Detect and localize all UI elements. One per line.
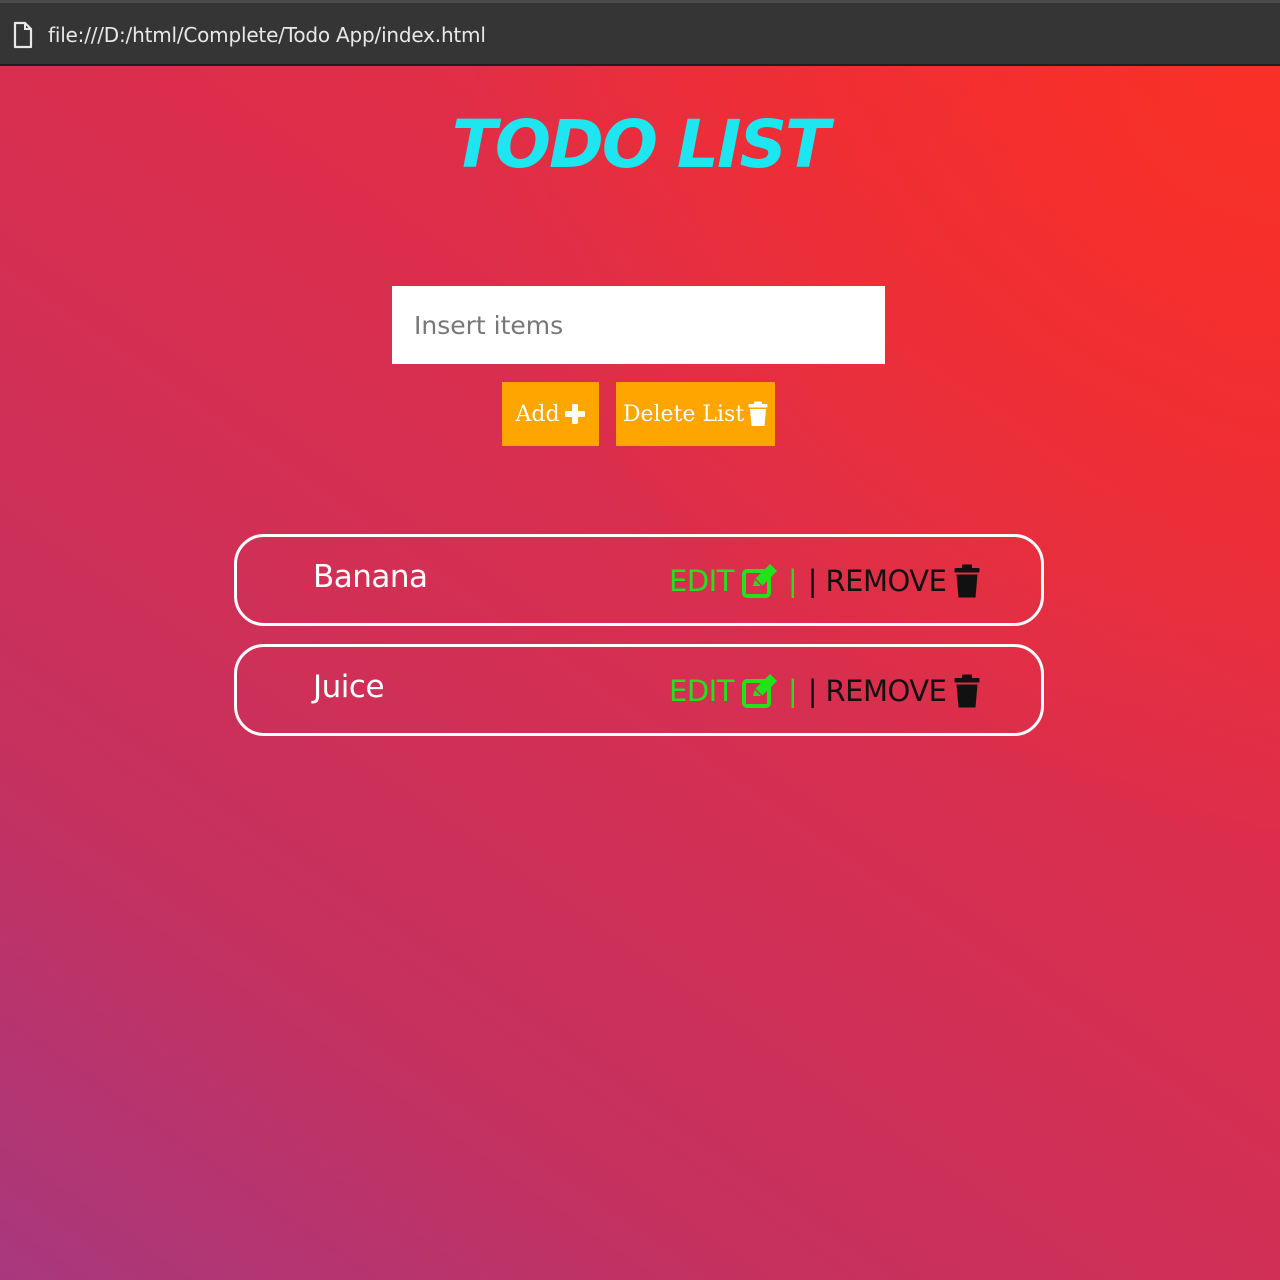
separator: |: [807, 674, 818, 708]
todo-item-label: Banana: [313, 559, 428, 595]
edit-button[interactable]: EDIT: [669, 564, 734, 598]
add-button-label: Add: [515, 401, 560, 427]
edit-button[interactable]: EDIT: [669, 674, 734, 708]
delete-list-button[interactable]: Delete List: [616, 382, 775, 446]
todo-item-actions: EDIT | | REMOVE: [669, 671, 980, 711]
separator: |: [807, 564, 818, 598]
page-viewport: TODO LIST Add Delete List Banana EDIT | …: [0, 66, 1280, 1280]
todo-item-label: Juice: [313, 669, 385, 705]
todo-item-actions: EDIT | | REMOVE: [669, 561, 980, 601]
item-input[interactable]: [392, 286, 885, 364]
edit-icon[interactable]: [741, 674, 778, 708]
remove-button[interactable]: REMOVE: [825, 674, 946, 708]
todo-item: Banana EDIT | | REMOVE: [234, 534, 1044, 626]
page-icon: [13, 21, 33, 49]
remove-button[interactable]: REMOVE: [825, 564, 946, 598]
url-text[interactable]: file:///D:/html/Complete/Todo App/index.…: [48, 23, 486, 47]
trash-icon[interactable]: [954, 674, 980, 708]
separator: |: [787, 674, 798, 708]
page-title: TODO LIST: [451, 106, 830, 183]
plus-icon: [564, 404, 585, 424]
todo-item: Juice EDIT | | REMOVE: [234, 644, 1044, 736]
add-button[interactable]: Add: [502, 382, 599, 446]
trash-icon[interactable]: [954, 564, 980, 598]
browser-address-bar[interactable]: file:///D:/html/Complete/Todo App/index.…: [0, 0, 1280, 66]
trash-icon: [748, 401, 768, 426]
edit-icon[interactable]: [741, 564, 778, 598]
delete-list-label: Delete List: [622, 401, 745, 427]
separator: |: [787, 564, 798, 598]
